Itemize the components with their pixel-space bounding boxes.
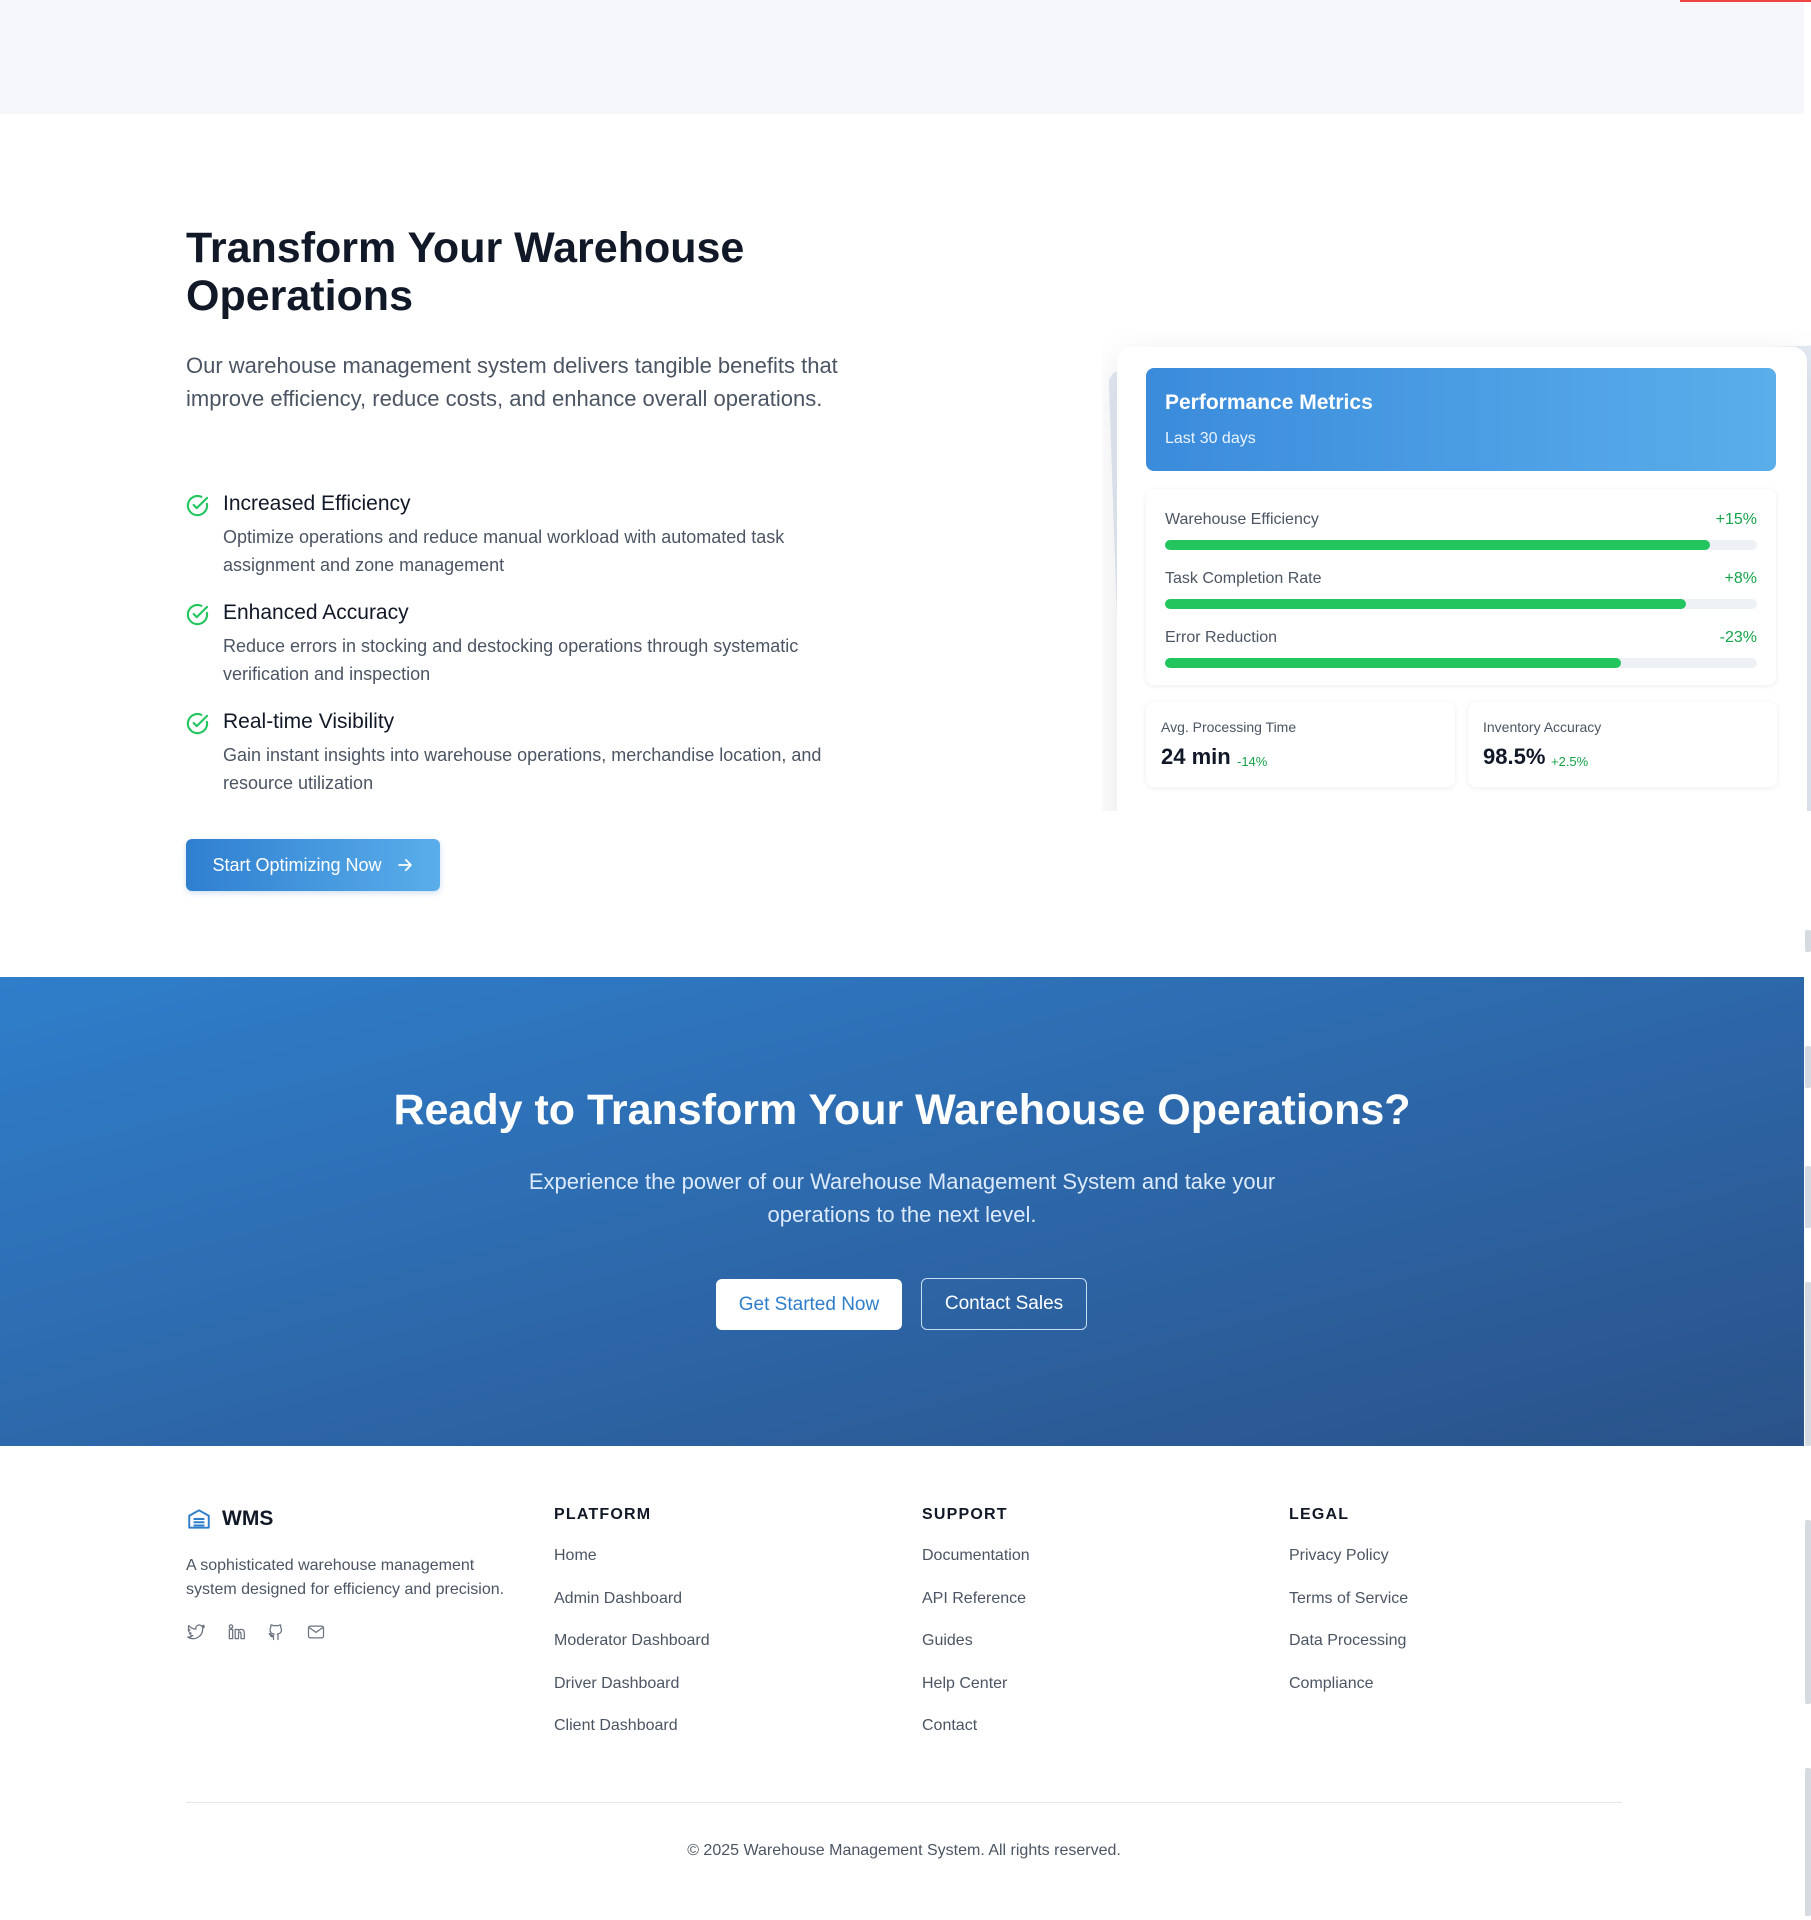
arrow-right-icon xyxy=(397,858,412,872)
metrics-card-subtitle: Last 30 days xyxy=(1165,430,1256,447)
footer-link-admin-dashboard[interactable]: Admin Dashboard xyxy=(554,1589,884,1609)
footer-link-help-center[interactable]: Help Center xyxy=(922,1674,1252,1694)
brand-name: WMS xyxy=(222,1507,274,1530)
footer-link-terms-of-service[interactable]: Terms of Service xyxy=(1289,1589,1619,1609)
feature-title: Increased Efficiency xyxy=(223,492,411,515)
footer-link-documentation[interactable]: Documentation xyxy=(922,1546,1252,1566)
feature-title: Enhanced Accuracy xyxy=(223,601,409,624)
metric-delta: +8% xyxy=(1724,570,1757,587)
footer-link-home[interactable]: Home xyxy=(554,1546,884,1566)
footer-column-legal: LEGAL Privacy Policy Terms of Service Da… xyxy=(1289,1506,1619,1716)
feature-title: Real-time Visibility xyxy=(223,710,395,733)
metrics-card-wrapper: Performance Metrics Last 30 days Warehou… xyxy=(1102,330,1811,811)
feature-description: Gain instant insights into warehouse ope… xyxy=(223,745,822,793)
footer-link-contact[interactable]: Contact xyxy=(922,1716,1252,1736)
footer-brand[interactable]: WMS xyxy=(186,1504,273,1534)
stat-label: Avg. Processing Time xyxy=(1161,719,1297,735)
top-accent-line xyxy=(1680,0,1811,2)
stat-avg-processing-time: Avg. Processing Time 24 min -14% xyxy=(1146,702,1455,787)
mail-icon[interactable] xyxy=(306,1622,326,1642)
progress-track xyxy=(1165,658,1757,668)
github-icon[interactable] xyxy=(266,1622,286,1642)
check-circle-icon xyxy=(186,603,209,626)
stat-label: Inventory Accuracy xyxy=(1483,719,1602,735)
progress-fill xyxy=(1165,599,1686,609)
footer-heading: PLATFORM xyxy=(554,1506,652,1523)
progress-fill xyxy=(1165,658,1621,668)
stat-delta: +2.5% xyxy=(1551,754,1589,769)
metric-label: Error Reduction xyxy=(1165,629,1278,646)
metrics-progress-list: Warehouse Efficiency +15% Task Completio… xyxy=(1146,489,1776,685)
check-circle-icon xyxy=(186,712,209,735)
check-circle-icon xyxy=(186,494,209,517)
stat-value: 98.5% xyxy=(1483,744,1546,769)
social-links xyxy=(186,1622,326,1642)
start-optimizing-button[interactable]: Start Optimizing Now xyxy=(186,839,440,891)
progress-track xyxy=(1165,540,1757,550)
copyright-text: © 2025 Warehouse Management System. All … xyxy=(687,1842,1121,1859)
progress-fill xyxy=(1165,540,1710,550)
footer-link-compliance[interactable]: Compliance xyxy=(1289,1674,1619,1694)
stat-value: 24 min xyxy=(1161,744,1231,769)
warehouse-icon xyxy=(188,1509,210,1529)
footer-link-client-dashboard[interactable]: Client Dashboard xyxy=(554,1716,884,1736)
footer-link-driver-dashboard[interactable]: Driver Dashboard xyxy=(554,1674,884,1694)
footer-link-privacy-policy[interactable]: Privacy Policy xyxy=(1289,1546,1619,1566)
footer-link-api-reference[interactable]: API Reference xyxy=(922,1589,1252,1609)
footer-link-data-processing[interactable]: Data Processing xyxy=(1289,1631,1619,1651)
metrics-card-title: Performance Metrics xyxy=(1165,391,1373,414)
footer-column-platform: PLATFORM Home Admin Dashboard Moderator … xyxy=(554,1506,884,1759)
cta-title: Ready to Transform Your Warehouse Operat… xyxy=(393,1086,1411,1134)
contact-sales-button[interactable]: Contact Sales xyxy=(921,1278,1087,1330)
metric-label: Task Completion Rate xyxy=(1165,570,1322,587)
footer-column-support: SUPPORT Documentation API Reference Guid… xyxy=(922,1506,1252,1759)
footer-heading: SUPPORT xyxy=(922,1506,1008,1523)
top-band xyxy=(0,0,1804,114)
brand-description: A sophisticated warehouse management sys… xyxy=(186,1557,505,1598)
stat-delta: -14% xyxy=(1237,754,1268,769)
footer-link-guides[interactable]: Guides xyxy=(922,1631,1252,1651)
site-footer: WMS A sophisticated warehouse management… xyxy=(186,1446,1622,1920)
metrics-card-header: Performance Metrics Last 30 days xyxy=(1146,368,1776,471)
metric-label: Warehouse Efficiency xyxy=(1165,511,1319,528)
progress-track xyxy=(1165,599,1757,609)
twitter-icon[interactable] xyxy=(186,1622,206,1642)
linkedin-icon[interactable] xyxy=(226,1622,246,1642)
benefits-intro: Our warehouse management system delivers… xyxy=(186,353,838,411)
cta-subtitle: Experience the power of our Warehouse Ma… xyxy=(528,1169,1276,1227)
footer-divider xyxy=(186,1802,1622,1803)
get-started-button[interactable]: Get Started Now xyxy=(716,1279,902,1330)
performance-metrics-card: Performance Metrics Last 30 days Warehou… xyxy=(1117,347,1807,811)
metric-delta: -23% xyxy=(1719,629,1757,646)
footer-link-moderator-dashboard[interactable]: Moderator Dashboard xyxy=(554,1631,884,1651)
start-optimizing-label: Start Optimizing Now xyxy=(212,854,382,875)
metric-delta: +15% xyxy=(1715,511,1757,528)
footer-heading: LEGAL xyxy=(1289,1506,1350,1523)
benefits-title: Transform Your Warehouse Operations xyxy=(186,224,745,320)
feature-description: Reduce errors in stocking and destocking… xyxy=(223,636,799,684)
cta-section: Ready to Transform Your Warehouse Operat… xyxy=(0,977,1804,1446)
feature-description: Optimize operations and reduce manual wo… xyxy=(223,527,785,575)
stat-inventory-accuracy: Inventory Accuracy 98.5% +2.5% xyxy=(1468,702,1777,787)
